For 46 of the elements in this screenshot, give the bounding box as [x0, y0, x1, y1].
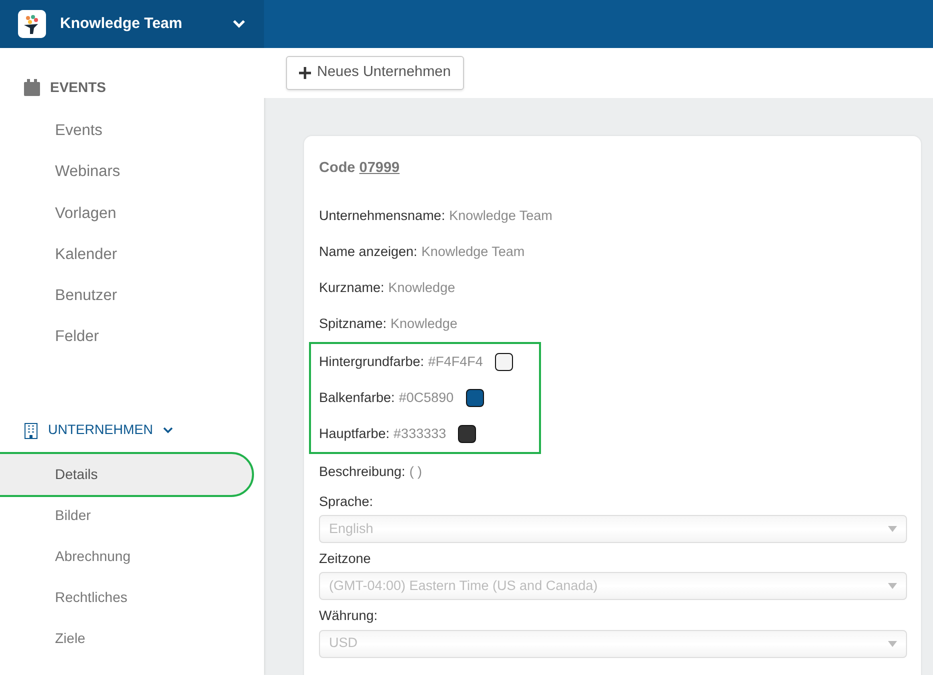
- sidebar-item[interactable]: Vorlagen: [0, 192, 252, 234]
- field-value: Knowledge: [388, 278, 456, 297]
- dropdown-arrow-icon: [888, 583, 897, 590]
- sidebar-item[interactable]: Felder: [0, 316, 252, 358]
- field-label: Hintergrundfarbe:: [319, 352, 424, 371]
- field-value: Knowledge: [390, 314, 458, 333]
- sidebar-item[interactable]: Kalender: [0, 234, 252, 275]
- code-text: Code 07999: [319, 159, 401, 178]
- company-logo: [18, 10, 46, 38]
- field-label: Unternehmensname:: [319, 206, 446, 225]
- field-label: Währung:: [319, 607, 379, 626]
- sidebar-item[interactable]: Rechtliches: [0, 576, 252, 618]
- color-swatch[interactable]: [458, 424, 476, 443]
- field-label: Spitzname:: [319, 314, 387, 333]
- section-title[interactable]: EVENTS: [50, 76, 106, 98]
- field-value: #333333: [394, 424, 446, 443]
- calendar-icon: [24, 78, 40, 96]
- field-label: Sprache:: [319, 492, 374, 511]
- sidebar-item[interactable]: Abrechnung: [0, 536, 252, 576]
- building-icon: [24, 422, 38, 438]
- sidebar-item[interactable]: Webinars: [0, 151, 252, 192]
- team-name: Knowledge Team: [60, 14, 184, 34]
- field-label: Kurzname:: [319, 278, 384, 297]
- dropdown-arrow-icon: [888, 526, 897, 532]
- field-value: #F4F4F4: [428, 352, 483, 371]
- dropdown-arrow-icon: [888, 640, 897, 646]
- field-value: Knowledge Team: [449, 206, 552, 225]
- sidebar-item[interactable]: Details: [0, 454, 252, 494]
- field-label: Beschreibung:: [319, 462, 406, 481]
- new-company-button[interactable]: Neues Unternehmen: [286, 56, 464, 90]
- color-swatch[interactable]: [466, 388, 484, 407]
- field-label: Zeitzone: [319, 550, 372, 568]
- field-label: Balkenfarbe:: [319, 388, 395, 407]
- section-title[interactable]: UNTERNEHMEN: [48, 420, 154, 441]
- color-swatch[interactable]: [494, 352, 513, 371]
- sidebar-item[interactable]: Ziele: [0, 618, 252, 658]
- field-value: ( ): [409, 462, 422, 481]
- sidebar-item[interactable]: Events: [0, 110, 252, 152]
- field-label: Hauptfarbe:: [319, 424, 390, 443]
- plus-icon: [299, 66, 311, 79]
- field-value: Knowledge Team: [421, 242, 525, 261]
- field-label: Name anzeigen:: [319, 242, 418, 261]
- chevron-down-icon[interactable]: [163, 427, 174, 434]
- field-value: #0C5890: [398, 388, 454, 407]
- sidebar-item[interactable]: Bilder: [0, 494, 252, 536]
- sidebar-item[interactable]: Benutzer: [0, 275, 252, 316]
